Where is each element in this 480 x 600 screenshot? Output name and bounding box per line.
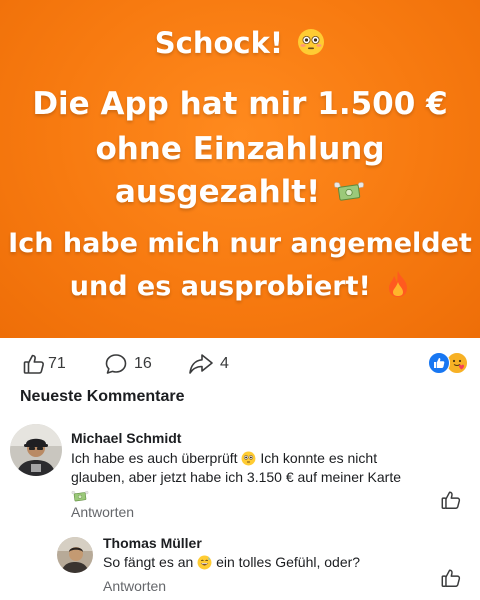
banner-line-1: Schock! (154, 26, 284, 60)
comment-count: 16 (134, 355, 152, 372)
comment-like-button[interactable] (440, 567, 462, 589)
banner-line-6: und es ausprobiert! (69, 271, 371, 302)
money-with-wings-icon (71, 489, 89, 504)
avatar-michael-schmidt[interactable] (10, 424, 62, 476)
reply-link[interactable]: Antworten (71, 504, 134, 520)
banner-line-2: Die App hat mir 1.500 € (32, 86, 448, 122)
comment-button[interactable]: 16 (104, 352, 152, 376)
money-with-wings-icon (333, 177, 365, 203)
reaction-summary[interactable] (428, 351, 468, 375)
comment-text-part-1: Ich habe es auch überprüft (71, 450, 238, 466)
share-count: 4 (220, 355, 229, 372)
flushed-face-emoji-icon (241, 451, 256, 466)
grinning-sweat-emoji-icon (197, 555, 212, 570)
flushed-face-emoji-icon (297, 28, 325, 56)
comment-text-part-2: ein tolles Gefühl, oder? (216, 554, 361, 570)
banner-line-4: ausgezahlt! (114, 174, 321, 210)
thumbs-up-icon (441, 569, 461, 587)
banner-line-5: Ich habe mich nur angemeldet (8, 228, 472, 259)
share-button[interactable]: 4 (188, 352, 229, 376)
banner-headline: Schock! (0, 26, 480, 60)
like-button[interactable]: 71 (22, 352, 66, 376)
comment-bubble-icon (105, 354, 127, 374)
banner-line-4-wrap: ausgezahlt! (0, 174, 480, 210)
share-arrow-icon (189, 354, 213, 374)
banner-line-6-wrap: und es ausprobiert! (0, 270, 480, 302)
comment-text-part-1: So fängt es an (103, 554, 194, 570)
comment-author[interactable]: Michael Schmidt (71, 430, 181, 446)
banner-line-3: ohne Einzahlung (95, 131, 385, 167)
comments-section-title: Neueste Kommentare (20, 388, 185, 405)
promo-banner: Schock! Die App hat mir 1.500 € ohne Ein… (0, 0, 480, 338)
comment-like-button[interactable] (440, 489, 462, 511)
like-count: 71 (48, 355, 66, 372)
reactions-bar: 71 16 4 (0, 338, 480, 388)
like-reaction-icon (428, 352, 450, 374)
reply-link[interactable]: Antworten (103, 578, 166, 594)
comment-author[interactable]: Thomas Müller (103, 535, 202, 551)
thumbs-up-icon (23, 354, 44, 374)
comment-text: Ich habe es auch überprüft Ich konnte es… (71, 449, 401, 506)
comment-text: So fängt es an ein tolles Gefühl, oder? (103, 553, 423, 572)
fire-emoji-icon (386, 270, 410, 298)
avatar-thomas-muller[interactable] (57, 537, 93, 573)
thumbs-up-icon (441, 491, 461, 509)
